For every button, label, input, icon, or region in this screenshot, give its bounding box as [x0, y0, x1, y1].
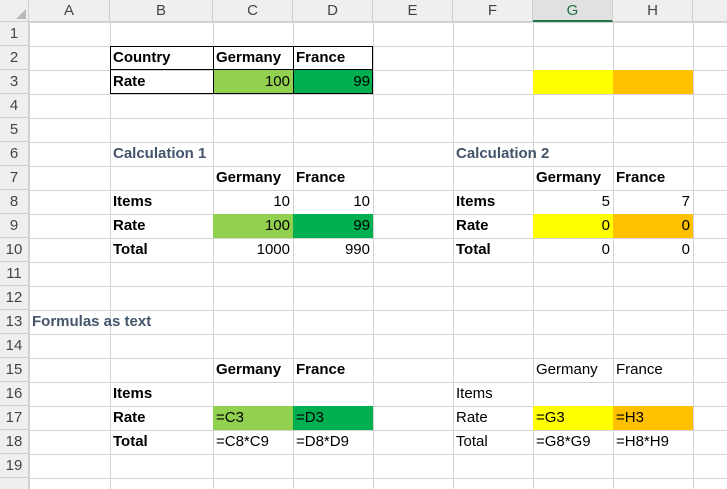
formulas-right-rate-france[interactable]: =H3: [613, 406, 693, 430]
top-table-divider-d: [293, 46, 294, 94]
column-header-f[interactable]: F: [453, 0, 533, 22]
calc1-rate-label[interactable]: Rate: [110, 214, 213, 238]
formulas-left-total-label[interactable]: Total: [110, 430, 213, 454]
select-all-triangle-icon: [16, 9, 26, 19]
column-header-d[interactable]: D: [293, 0, 373, 22]
row-header-3[interactable]: 3: [0, 70, 29, 94]
formulas-right-total-france[interactable]: =H8*H9: [613, 430, 693, 454]
calc1-title[interactable]: Calculation 1: [110, 142, 213, 166]
calc2-total-germany[interactable]: 0: [533, 238, 613, 262]
top-table-border: [110, 46, 373, 94]
column-header-e[interactable]: E: [373, 0, 453, 22]
formulas-left-germany-header[interactable]: Germany: [213, 358, 293, 382]
formulas-right-total-label[interactable]: Total: [453, 430, 533, 454]
column-header-a[interactable]: A: [29, 0, 110, 22]
row-header-13[interactable]: 13: [0, 310, 29, 334]
formulas-left-items-label[interactable]: Items: [110, 382, 213, 406]
row-header-4[interactable]: 4: [0, 94, 29, 118]
cell-g3-yellow[interactable]: [533, 70, 613, 94]
row-header-10[interactable]: 10: [0, 238, 29, 262]
calc2-rate-france[interactable]: 0: [613, 214, 693, 238]
calc1-germany-header[interactable]: Germany: [213, 166, 293, 190]
formulas-right-rate-germany[interactable]: =G3: [533, 406, 613, 430]
calc1-france-header[interactable]: France: [293, 166, 373, 190]
row-header-1[interactable]: 1: [0, 22, 29, 46]
row-header-8[interactable]: 8: [0, 190, 29, 214]
row-header-15[interactable]: 15: [0, 358, 29, 382]
spreadsheet[interactable]: A B C D E F G H 1 2 3 4 5 6 7 8 9 10 11 …: [0, 0, 727, 489]
cell-h3-orange[interactable]: [613, 70, 693, 94]
row-header-14[interactable]: 14: [0, 334, 29, 358]
row-header-18[interactable]: 18: [0, 430, 29, 454]
calc2-rate-label[interactable]: Rate: [453, 214, 533, 238]
row-header-9[interactable]: 9: [0, 214, 29, 238]
formulas-right-rate-label[interactable]: Rate: [453, 406, 533, 430]
row-header-5[interactable]: 5: [0, 118, 29, 142]
top-table-divider-row: [110, 69, 373, 70]
row-header-19[interactable]: 19: [0, 454, 29, 478]
formulas-left-rate-germany[interactable]: =C3: [213, 406, 293, 430]
calc2-title[interactable]: Calculation 2: [453, 142, 549, 166]
formulas-left-total-france[interactable]: =D8*D9: [293, 430, 373, 454]
calc2-rate-germany[interactable]: 0: [533, 214, 613, 238]
calc2-total-france[interactable]: 0: [613, 238, 693, 262]
column-header-b[interactable]: B: [110, 0, 213, 22]
formulas-right-france-header[interactable]: France: [613, 358, 693, 382]
formulas-left-rate-france[interactable]: =D3: [293, 406, 373, 430]
calc2-items-france[interactable]: 7: [613, 190, 693, 214]
row-header-7[interactable]: 7: [0, 166, 29, 190]
formulas-title[interactable]: Formulas as text: [29, 310, 151, 334]
row-header-12[interactable]: 12: [0, 286, 29, 310]
row-header-2[interactable]: 2: [0, 46, 29, 70]
select-all-corner[interactable]: [0, 0, 29, 22]
formulas-left-total-germany[interactable]: =C8*C9: [213, 430, 293, 454]
calc1-total-label[interactable]: Total: [110, 238, 213, 262]
row-header-6[interactable]: 6: [0, 142, 29, 166]
formulas-left-france-header[interactable]: France: [293, 358, 373, 382]
calc1-rate-germany[interactable]: 100: [213, 214, 293, 238]
top-table-divider-c: [213, 46, 214, 94]
calc1-rate-france[interactable]: 99: [293, 214, 373, 238]
formulas-right-germany-header[interactable]: Germany: [533, 358, 613, 382]
row-header-partial[interactable]: [0, 478, 29, 489]
row-header-16[interactable]: 16: [0, 382, 29, 406]
calc1-items-france[interactable]: 10: [293, 190, 373, 214]
calc2-items-germany[interactable]: 5: [533, 190, 613, 214]
calc1-total-france[interactable]: 990: [293, 238, 373, 262]
calc1-total-germany[interactable]: 1000: [213, 238, 293, 262]
formulas-left-rate-label[interactable]: Rate: [110, 406, 213, 430]
column-header-h[interactable]: H: [613, 0, 693, 22]
calc2-items-label[interactable]: Items: [453, 190, 533, 214]
formulas-right-total-germany[interactable]: =G8*G9: [533, 430, 613, 454]
row-header-17[interactable]: 17: [0, 406, 29, 430]
calc2-france-header[interactable]: France: [613, 166, 693, 190]
calc2-total-label[interactable]: Total: [453, 238, 533, 262]
calc2-germany-header[interactable]: Germany: [533, 166, 613, 190]
calc1-items-label[interactable]: Items: [110, 190, 213, 214]
column-header-partial[interactable]: [693, 0, 727, 22]
calc1-items-germany[interactable]: 10: [213, 190, 293, 214]
formulas-right-items-label[interactable]: Items: [453, 382, 533, 406]
row-header-11[interactable]: 11: [0, 262, 29, 286]
column-header-g[interactable]: G: [533, 0, 613, 22]
column-header-c[interactable]: C: [213, 0, 293, 22]
